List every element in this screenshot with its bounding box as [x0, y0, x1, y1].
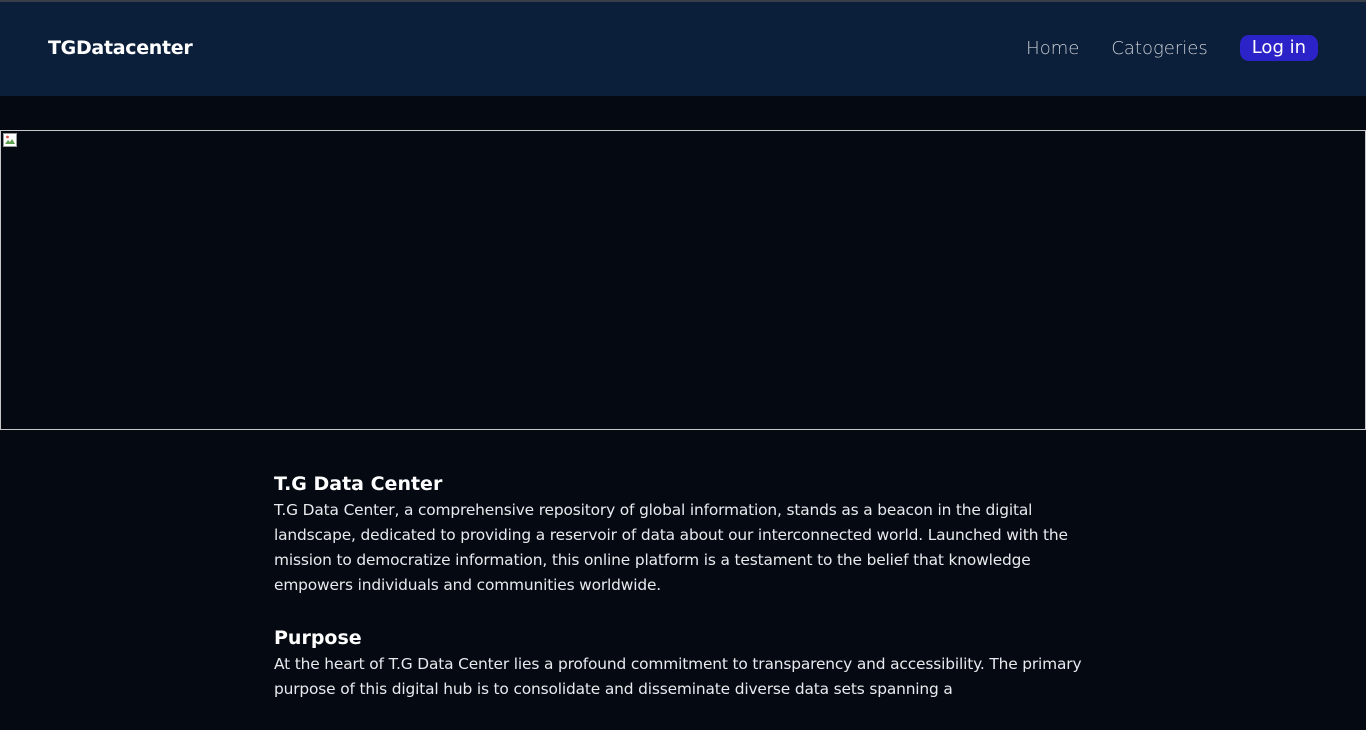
login-button[interactable]: Log in: [1239, 35, 1318, 61]
nav-links: Home Catogeries Log in: [1026, 35, 1318, 61]
section-title-purpose: Purpose: [274, 627, 362, 649]
nav-link-home[interactable]: Home: [1026, 38, 1079, 59]
section-text-purpose: At the heart of T.G Data Center lies a p…: [274, 655, 1082, 698]
nav-link-categories[interactable]: Catogeries: [1111, 38, 1207, 59]
main-content: T.G Data Center T.G Data Center, a compr…: [274, 472, 1089, 730]
navbar: TGDatacenter Home Catogeries Log in: [0, 2, 1366, 96]
hero-image: [0, 130, 1366, 430]
broken-image-icon: [3, 133, 17, 147]
section-title-about: T.G Data Center: [274, 473, 443, 495]
brand-logo[interactable]: TGDatacenter: [48, 37, 193, 59]
section-text-about: T.G Data Center, a comprehensive reposit…: [274, 501, 1068, 594]
